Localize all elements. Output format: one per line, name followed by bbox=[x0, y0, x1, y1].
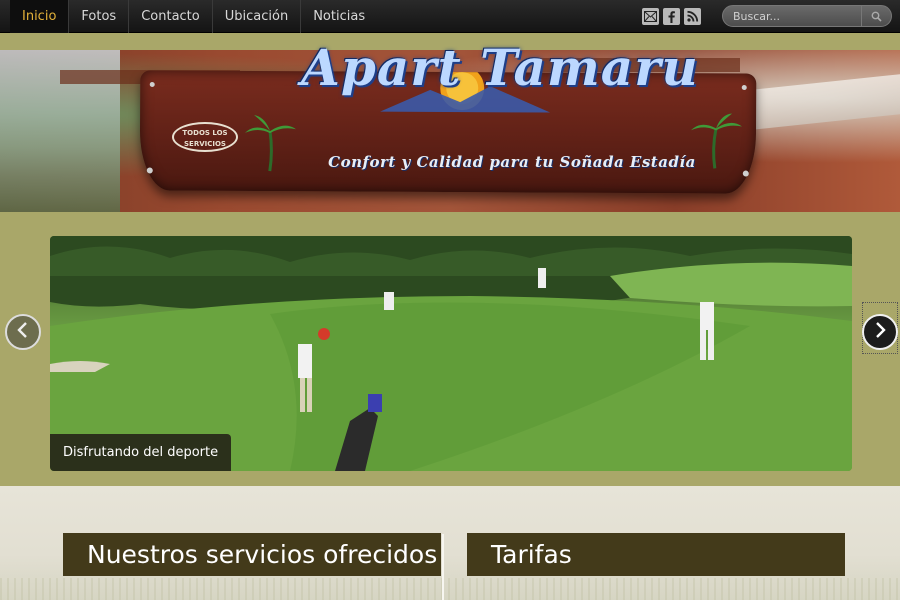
search-box bbox=[722, 5, 892, 27]
nav-item-contacto[interactable]: Contacto bbox=[129, 0, 213, 33]
social-links bbox=[642, 8, 701, 25]
slider-prev-button[interactable] bbox=[5, 314, 41, 350]
slide-image[interactable]: Disfrutando del deporte bbox=[50, 236, 852, 471]
section-title-tarifas: Tarifas bbox=[467, 533, 845, 576]
section-title-servicios: Nuestros servicios ofrecidos bbox=[63, 533, 441, 576]
slider-next-button[interactable] bbox=[862, 314, 898, 350]
chevron-left-icon bbox=[16, 321, 30, 343]
services-badge: TODOS LOS SERVICIOS bbox=[172, 122, 238, 152]
nav-item-ubicacion[interactable]: Ubicación bbox=[213, 0, 302, 33]
slide-caption: Disfrutando del deporte bbox=[50, 434, 232, 471]
nav-item-noticias[interactable]: Noticias bbox=[301, 0, 377, 33]
search-icon bbox=[871, 7, 882, 26]
nav-item-inicio[interactable]: Inicio bbox=[10, 0, 70, 33]
main-nav: Inicio Fotos Contacto Ubicación Noticias bbox=[10, 0, 377, 33]
chevron-right-icon bbox=[873, 321, 887, 343]
grass-decoration bbox=[0, 578, 900, 600]
nav-item-fotos[interactable]: Fotos bbox=[69, 0, 130, 33]
search-button[interactable] bbox=[861, 6, 891, 26]
site-tagline: Confort y Calidad para tu Soñada Estadía bbox=[328, 153, 696, 171]
column-divider bbox=[442, 534, 444, 600]
facebook-icon[interactable] bbox=[663, 8, 680, 25]
search-input[interactable] bbox=[723, 6, 861, 26]
mail-icon[interactable] bbox=[642, 8, 659, 25]
rss-icon[interactable] bbox=[684, 8, 701, 25]
site-title: Apart Tamaru bbox=[301, 38, 699, 97]
top-navbar: Inicio Fotos Contacto Ubicación Noticias bbox=[0, 0, 900, 33]
